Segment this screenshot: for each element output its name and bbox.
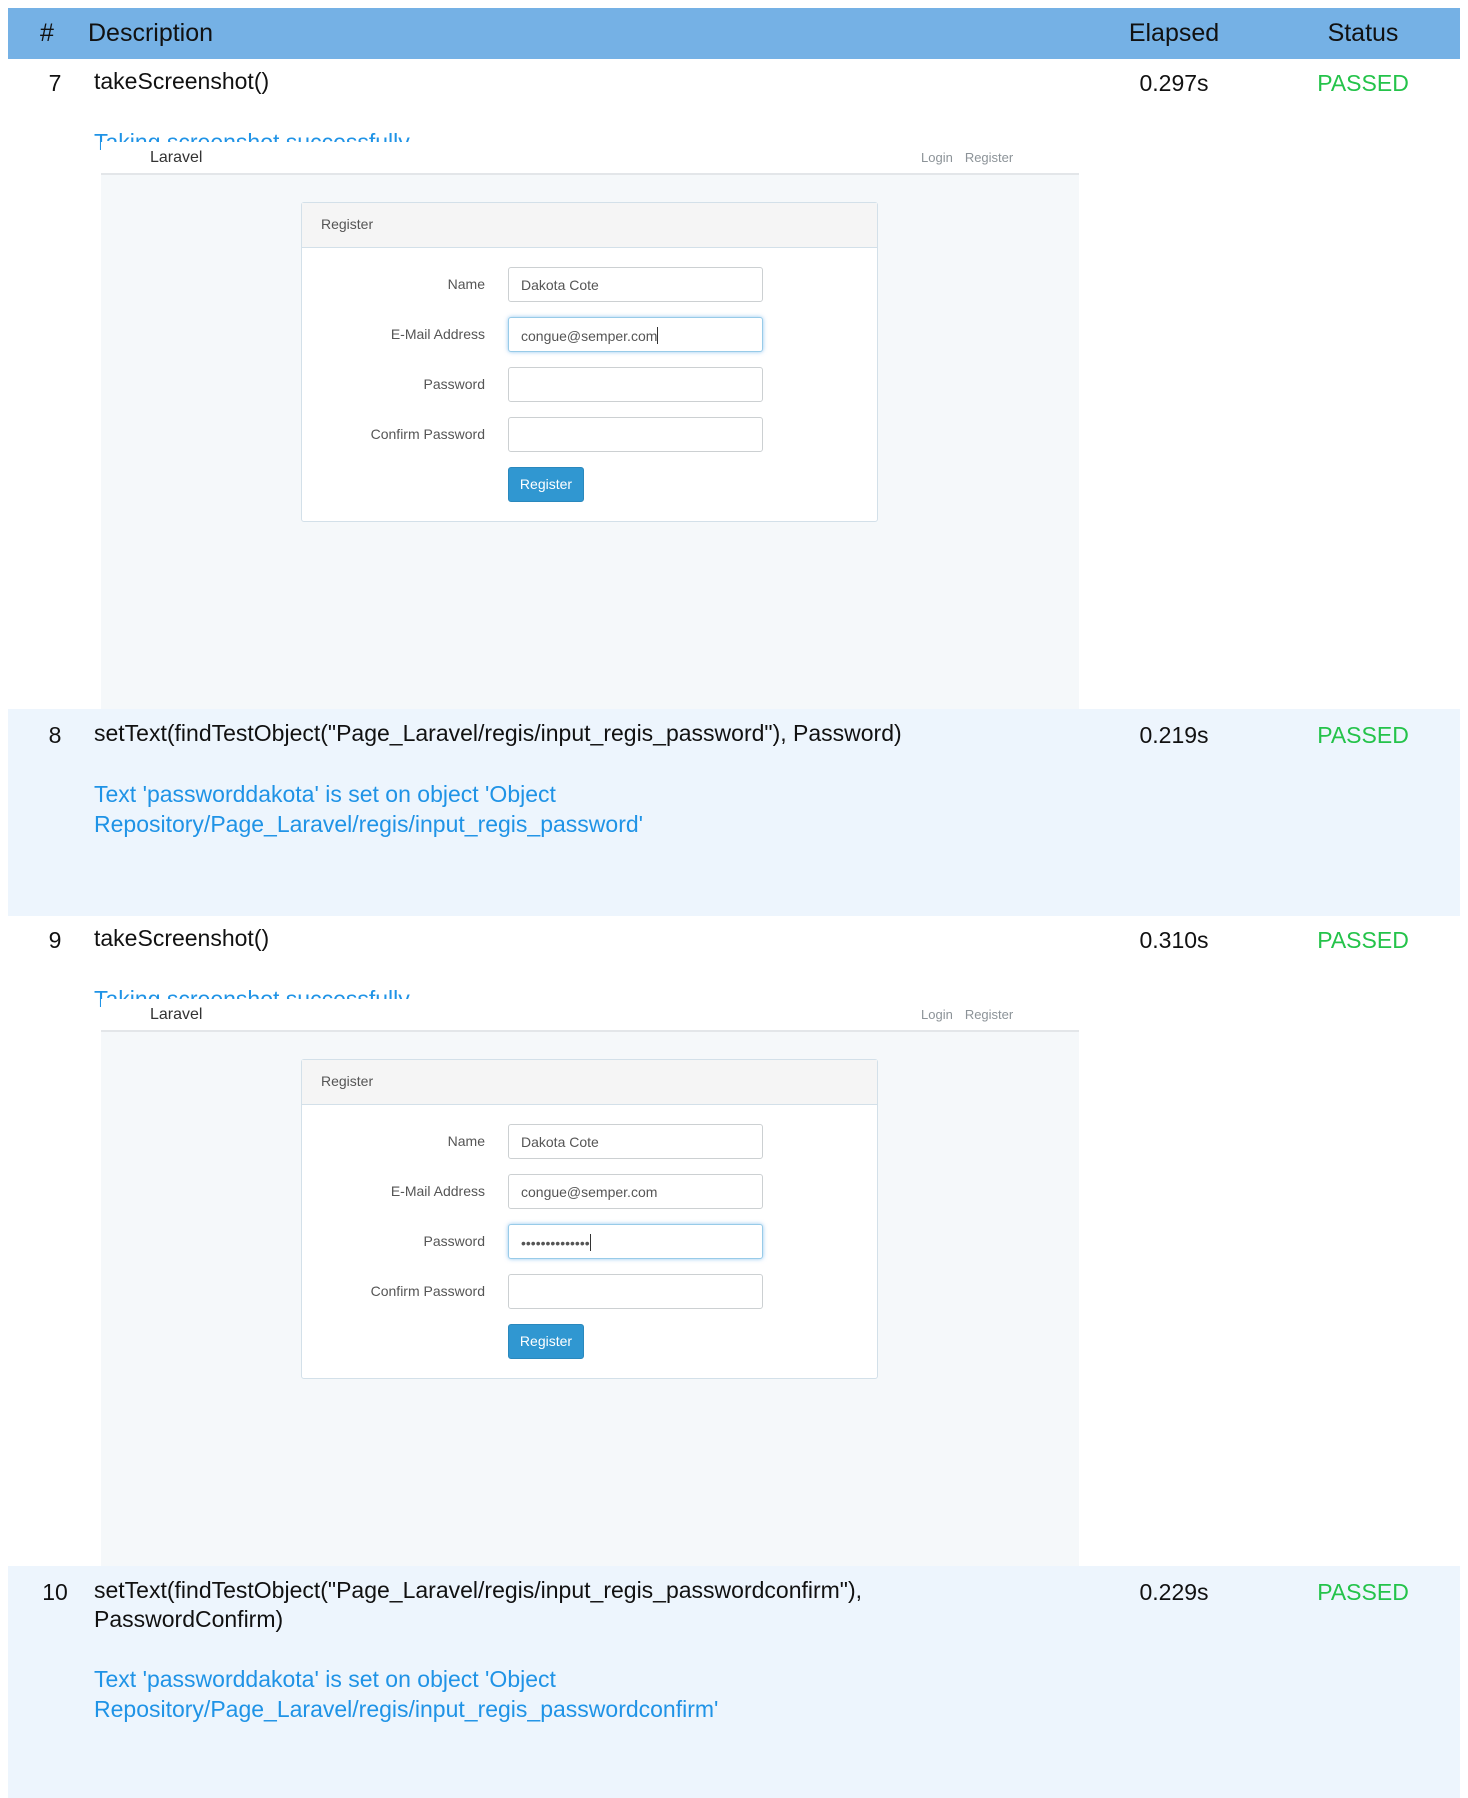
register-button: Register: [508, 1324, 584, 1359]
step-status: PASSED: [1317, 70, 1409, 96]
step-description: takeScreenshot(): [94, 68, 270, 94]
step-number: 7: [48, 70, 62, 96]
name-row: Name Dakota Cote: [302, 267, 879, 302]
step-message: Text 'passworddakota' is set on object '…: [94, 781, 644, 837]
brand-logo: Laravel: [150, 1006, 203, 1023]
name-label: Name: [447, 276, 485, 292]
password-row: Password ••••••••••••••: [302, 1224, 879, 1259]
brand-logo: Laravel: [150, 149, 203, 166]
password-field: ••••••••••••••: [508, 1224, 763, 1259]
password-value: ••••••••••••••: [521, 1235, 590, 1251]
password-label: Password: [423, 376, 485, 392]
nav-register-link: Register: [964, 1007, 1014, 1022]
email-label: E-Mail Address: [390, 1183, 485, 1199]
confirm-label: Confirm Password: [370, 426, 485, 442]
step-description: setText(findTestObject("Page_Laravel/reg…: [94, 720, 902, 746]
confirm-field: [508, 417, 763, 452]
header-description: Description: [88, 19, 214, 47]
nav-login-link: Login: [921, 150, 953, 165]
screenshot-navbar: Laravel Login Register: [101, 999, 1079, 1032]
screenshot-navbar: Laravel Login Register: [101, 142, 1079, 175]
confirm-field: [508, 1274, 763, 1309]
name-field: Dakota Cote: [508, 267, 763, 302]
step-row: 8 setText(findTestObject("Page_Laravel/r…: [8, 709, 1460, 916]
step-number: 10: [42, 1579, 68, 1605]
name-label: Name: [447, 1133, 485, 1149]
name-field: Dakota Cote: [508, 1124, 763, 1159]
password-field: [508, 367, 763, 402]
step-elapsed: 0.219s: [1139, 722, 1209, 748]
email-value: congue@semper.com: [521, 328, 658, 344]
step-description: setText(findTestObject("Page_Laravel/reg…: [94, 1577, 863, 1632]
panel-title: Register: [302, 203, 877, 248]
register-button: Register: [508, 467, 584, 502]
email-label: E-Mail Address: [390, 326, 485, 342]
email-row: E-Mail Address congue@semper.com: [302, 1174, 879, 1209]
name-row: Name Dakota Cote: [302, 1124, 879, 1159]
nav-register-link: Register: [964, 150, 1014, 165]
step-status: PASSED: [1317, 722, 1409, 748]
nav-login-link: Login: [921, 1007, 953, 1022]
nav-links: Login Register: [921, 1007, 1025, 1022]
password-label: Password: [423, 1233, 485, 1249]
step-status: PASSED: [1317, 927, 1409, 953]
header-elapsed: Elapsed: [1128, 19, 1220, 47]
step-elapsed: 0.297s: [1139, 70, 1209, 96]
embedded-screenshot: Laravel Login Register Register Name Dako…: [101, 142, 1079, 709]
step-elapsed: 0.310s: [1139, 927, 1209, 953]
step-message: Text 'passworddakota' is set on object '…: [94, 1666, 719, 1722]
register-panel: Register Name Dakota Cote E-Mail Address…: [301, 1059, 878, 1379]
step-description: takeScreenshot(): [94, 925, 270, 951]
register-panel: Register Name Dakota Cote E-Mail Address…: [301, 202, 878, 522]
step-status: PASSED: [1317, 1579, 1409, 1605]
text-caret: [657, 327, 659, 344]
step-number: 8: [48, 722, 62, 748]
header-status: Status: [1327, 19, 1399, 47]
step-row: 9 takeScreenshot() 0.310s PASSED Taking …: [8, 916, 1460, 1566]
text-caret: [589, 1234, 591, 1251]
nav-links: Login Register: [921, 150, 1025, 165]
confirm-label: Confirm Password: [370, 1283, 485, 1299]
password-row: Password: [302, 367, 879, 402]
confirm-row: Confirm Password: [302, 417, 879, 452]
confirm-row: Confirm Password: [302, 1274, 879, 1309]
email-field: congue@semper.com: [508, 317, 763, 352]
step-row: 7 takeScreenshot() 0.297s PASSED Taking …: [8, 59, 1460, 709]
step-number: 9: [48, 927, 62, 953]
embedded-screenshot: Laravel Login Register Register Name Dako…: [101, 999, 1079, 1566]
email-row: E-Mail Address congue@semper.com: [302, 317, 879, 352]
step-row: 10 setText(findTestObject("Page_Laravel/…: [8, 1566, 1460, 1798]
report-header: # Description Elapsed Status: [8, 8, 1460, 59]
step-elapsed: 0.229s: [1139, 1579, 1209, 1605]
panel-title: Register: [302, 1060, 877, 1105]
header-num: #: [40, 19, 54, 47]
email-field: congue@semper.com: [508, 1174, 763, 1209]
